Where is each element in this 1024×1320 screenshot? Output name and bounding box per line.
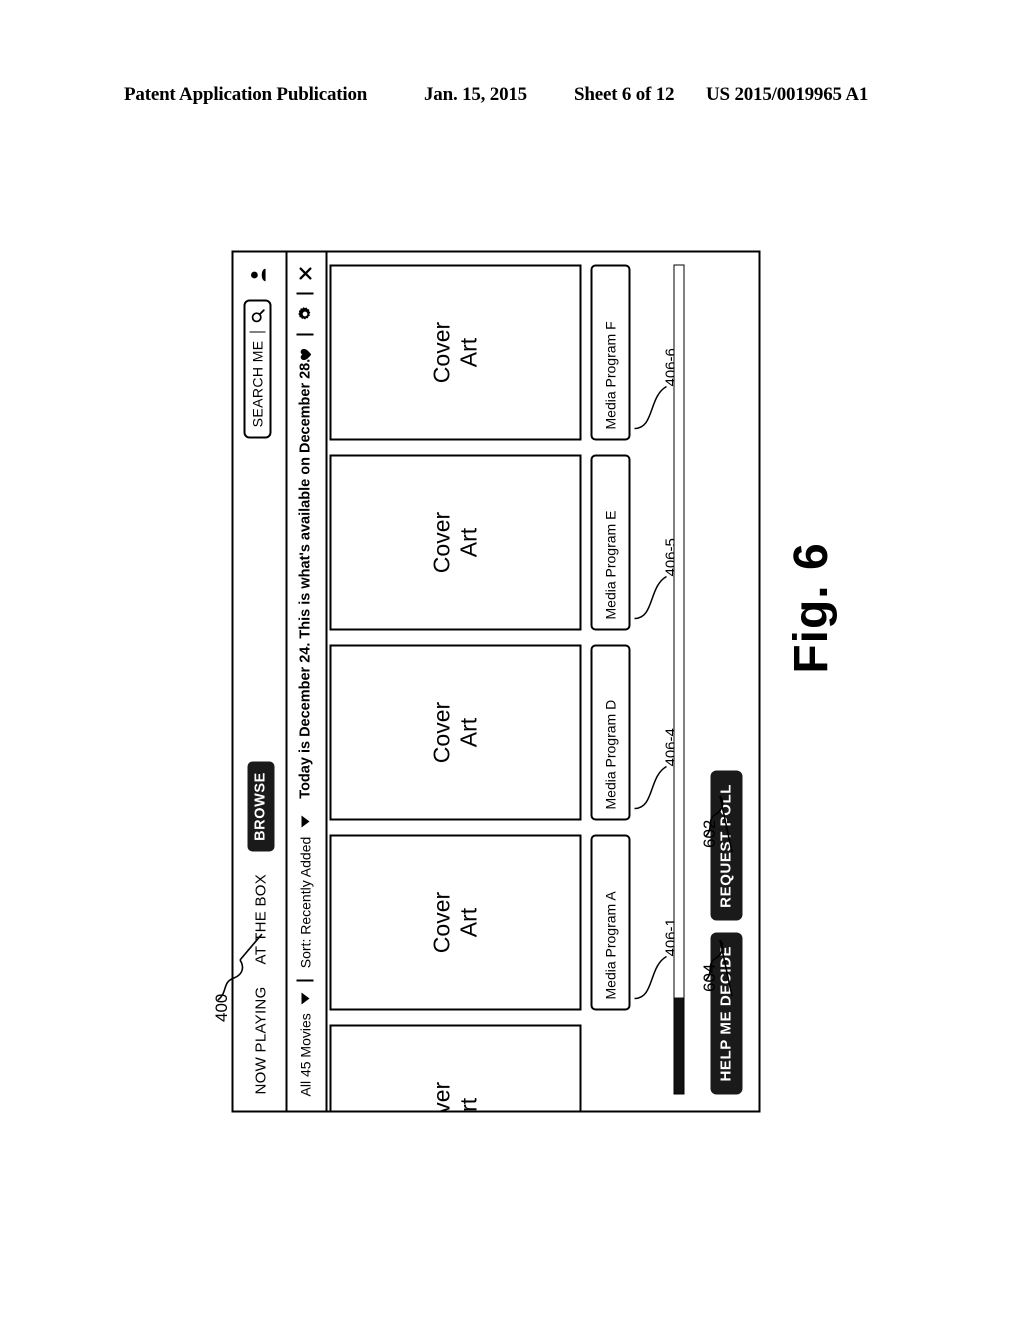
heart-icon[interactable] xyxy=(298,347,312,361)
reference-numeral-604: 604 xyxy=(700,963,719,992)
app-window-frame: NOW PLAYING AT THE BOX BROWSE SEARCH ME xyxy=(231,250,760,1112)
horizontal-scrollbar[interactable] xyxy=(673,264,684,1094)
sort-label[interactable]: Sort: Recently Added xyxy=(297,836,313,968)
availability-note: Today is December 24. This is what's ava… xyxy=(296,358,313,799)
figure-label: Fig. 6 xyxy=(785,542,838,674)
filter-divider xyxy=(296,978,313,981)
media-card[interactable]: Cover Art Media Program E 406-5 xyxy=(329,454,679,630)
media-card[interactable]: Cover Art Media Program D 406-4 xyxy=(329,644,679,820)
media-card[interactable]: Cover Art xyxy=(329,1024,581,1112)
chevron-down-icon-sort[interactable] xyxy=(300,815,309,828)
cover-art-placeholder[interactable]: Cover Art xyxy=(329,1024,581,1112)
top-navigation-bar: NOW PLAYING AT THE BOX BROWSE SEARCH ME xyxy=(233,252,287,1110)
media-program-title: Media Program D xyxy=(602,699,618,809)
filter-bar: All 45 Movies Sort: Recently Added Today… xyxy=(287,252,327,1110)
media-program-label[interactable]: Media Program D 406-4 xyxy=(590,644,679,820)
nav-item-at-the-box[interactable]: AT THE BOX xyxy=(252,873,269,964)
reference-numeral-400: 400 xyxy=(212,993,231,1022)
cover-art-text: Cover Art xyxy=(427,701,481,763)
icon-divider-2 xyxy=(296,292,313,294)
filter-controls-group: All 45 Movies Sort: Recently Added Today… xyxy=(296,358,313,1096)
media-program-label[interactable]: Media Program A 406-1 xyxy=(590,834,679,1010)
search-divider xyxy=(249,331,265,332)
nav-item-browse[interactable]: BROWSE xyxy=(247,760,274,852)
media-card-row: Cover Art Cover Art Media Program A 406-… xyxy=(329,252,681,1112)
help-me-decide-button[interactable]: HELP ME DECIDE xyxy=(710,932,742,1094)
cover-art-placeholder[interactable]: Cover Art xyxy=(329,454,581,630)
sheet-number: Sheet 6 of 12 xyxy=(574,84,675,105)
gear-icon[interactable] xyxy=(297,306,312,321)
patent-page-header: Patent Application Publication Jan. 15, … xyxy=(0,84,1024,118)
nav-item-now-playing[interactable]: NOW PLAYING xyxy=(252,986,269,1094)
search-input-value: SEARCH ME xyxy=(249,340,265,427)
media-program-label[interactable]: Media Program F 406-6 xyxy=(590,264,679,440)
publication-date: Jan. 15, 2015 xyxy=(424,84,527,105)
cover-art-text: Cover Art xyxy=(427,321,481,383)
scrollbar-thumb[interactable] xyxy=(674,997,683,1093)
reference-numeral-602: 602 xyxy=(700,819,719,848)
nav-links-group: NOW PLAYING AT THE BOX BROWSE xyxy=(247,760,274,1094)
filter-bar-icons-group xyxy=(296,266,313,361)
cover-art-text: Cover Art xyxy=(427,511,481,573)
chevron-down-icon-filter[interactable] xyxy=(300,991,309,1004)
media-card[interactable]: Cover Art Media Program A 406-1 xyxy=(329,834,679,1010)
cover-art-placeholder[interactable]: Cover Art xyxy=(329,834,581,1010)
user-icon[interactable] xyxy=(249,266,266,283)
cover-art-placeholder[interactable]: Cover Art xyxy=(329,264,581,440)
cover-art-text: Cover Art xyxy=(428,1081,482,1112)
search-input[interactable]: SEARCH ME xyxy=(243,299,271,438)
media-program-title: Media Program E xyxy=(602,510,618,619)
icon-divider-1 xyxy=(296,333,313,335)
cover-art-text: Cover Art xyxy=(427,891,481,953)
cover-art-placeholder[interactable]: Cover Art xyxy=(329,644,581,820)
media-card[interactable]: Cover Art Media Program F 406-6 xyxy=(329,264,679,440)
media-browser-interface: NOW PLAYING AT THE BOX BROWSE SEARCH ME xyxy=(231,250,760,1112)
filter-movies-label[interactable]: All 45 Movies xyxy=(297,1013,313,1096)
patent-number: US 2015/0019965 A1 xyxy=(706,84,869,105)
publication-label: Patent Application Publication xyxy=(124,84,368,105)
close-icon[interactable] xyxy=(298,266,312,280)
media-program-title: Media Program A xyxy=(602,890,618,999)
nav-actions-group: SEARCH ME xyxy=(243,266,271,438)
search-icon[interactable] xyxy=(250,308,265,323)
media-program-title: Media Program F xyxy=(602,320,618,429)
media-program-label[interactable]: Media Program E 406-5 xyxy=(590,454,679,630)
